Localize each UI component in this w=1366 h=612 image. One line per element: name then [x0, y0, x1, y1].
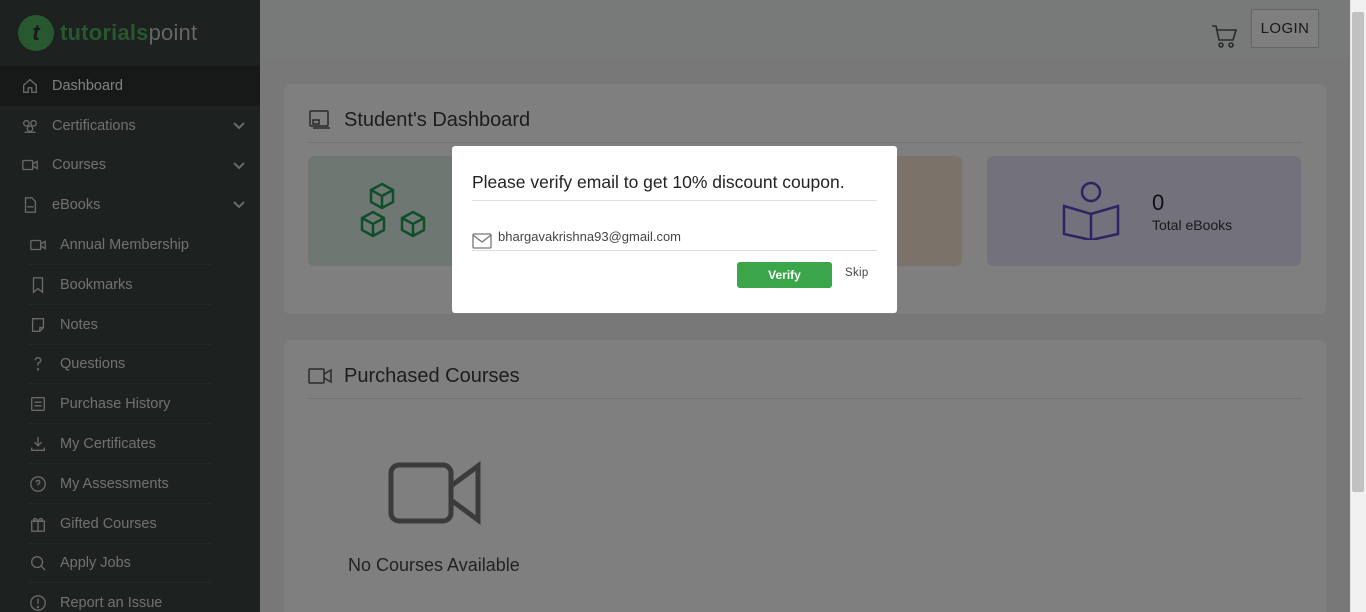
- email-field-row: [472, 226, 877, 251]
- mail-icon: [472, 233, 492, 249]
- verify-email-modal: Please verify email to get 10% discount …: [452, 146, 897, 313]
- skip-button[interactable]: Skip: [845, 267, 869, 279]
- divider: [472, 200, 877, 201]
- scrollbar-thumb[interactable]: [1352, 12, 1364, 492]
- email-input[interactable]: [498, 226, 868, 246]
- modal-title: Please verify email to get 10% discount …: [472, 172, 845, 192]
- verify-button[interactable]: Verify: [737, 262, 832, 288]
